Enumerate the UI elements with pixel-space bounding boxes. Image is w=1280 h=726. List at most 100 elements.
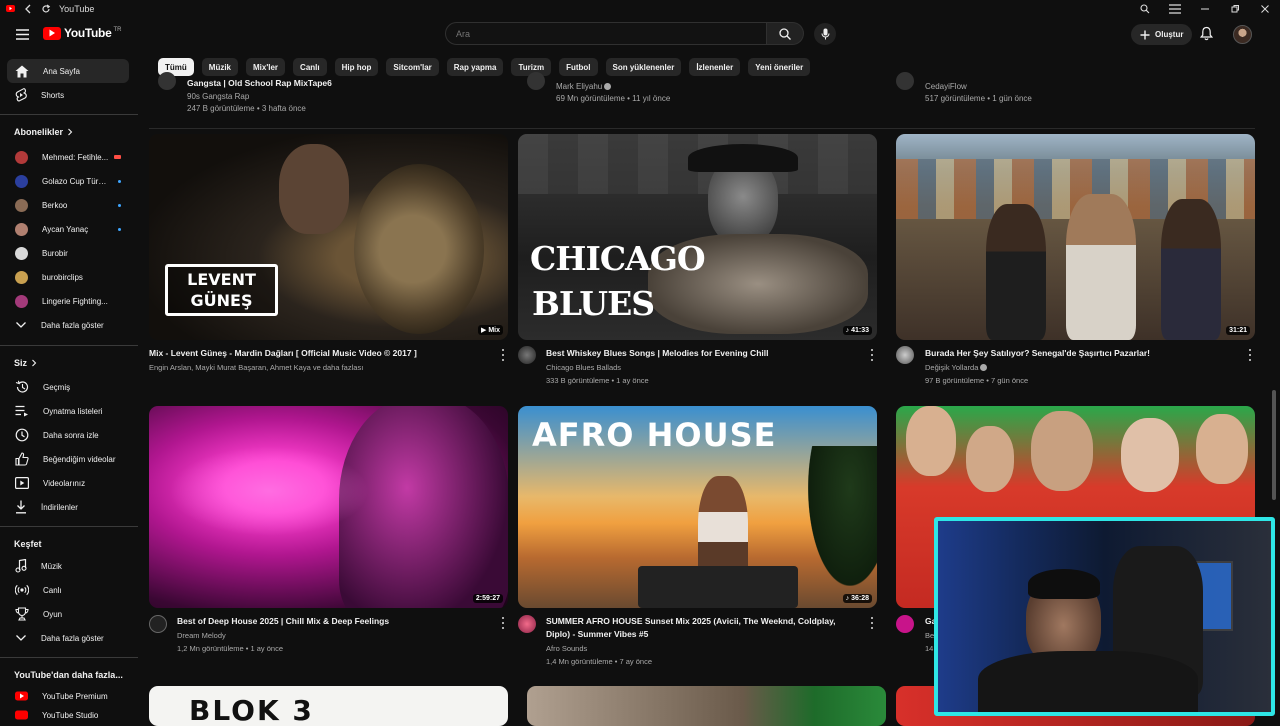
partial-video-card[interactable]: Gangsta | Old School Rap MixTape6 90s Ga… [158, 72, 488, 113]
channel-name[interactable]: Chicago Blues Ballads [546, 361, 621, 374]
subscription-item[interactable]: Berkoo [7, 193, 129, 217]
sidebar-item-music[interactable]: Müzik [7, 554, 129, 578]
channel-name[interactable]: Afro Sounds [546, 642, 587, 655]
channel-avatar[interactable] [158, 72, 176, 90]
reload-icon[interactable] [41, 4, 51, 14]
filter-chip[interactable]: İzlenenler [689, 58, 741, 76]
subscription-label: Mehmed: Fetihle... [42, 152, 109, 162]
zoom-search-icon[interactable] [1130, 0, 1160, 17]
create-button[interactable]: Oluştur [1131, 24, 1193, 45]
channel-name[interactable]: Mark Eliyahu [556, 82, 857, 91]
subscriptions-show-more[interactable]: Daha fazla göster [7, 313, 129, 337]
sidebar-item-history[interactable]: Geçmiş [7, 375, 129, 399]
filter-chip[interactable]: Futbol [559, 58, 598, 76]
partial-video-card[interactable]: CedayiFlow 517 görüntüleme • 1 gün önce [896, 72, 1226, 103]
channel-name[interactable]: 90s Gangsta Rap [187, 92, 488, 101]
sidebar-item-watch-later[interactable]: Daha sonra izle [7, 423, 129, 447]
video-thumbnail[interactable]: AFRO HOUSE ♪ 36:28 [518, 406, 877, 608]
subscription-label: Burobir [42, 248, 68, 258]
minimize-icon[interactable] [1190, 0, 1220, 17]
subscription-item[interactable]: Lingerie Fighting... [7, 289, 129, 313]
notifications-bell-icon[interactable] [1199, 26, 1214, 46]
page-scrollbar[interactable] [1272, 390, 1276, 500]
partial-video-card[interactable]: Mark Eliyahu 69 Mn görüntüleme • 11 yıl … [527, 72, 857, 103]
filter-chip[interactable]: Sitcom'lar [386, 58, 439, 76]
video-thumbnail[interactable]: 2:59:27 [149, 406, 508, 608]
guide-menu-icon[interactable] [12, 25, 32, 43]
channel-name[interactable]: Değişik Yollarda [925, 361, 988, 374]
subscription-item[interactable]: burobirclips [7, 265, 129, 289]
filter-chip[interactable]: Hip hop [334, 58, 379, 76]
video-thumbnail[interactable]: LEVENT GÜNEŞ ▶ Mix [149, 134, 508, 340]
channel-avatar[interactable] [896, 72, 914, 90]
thumbnail-text: AFRO HOUSE [532, 416, 777, 454]
sidebar-item-youtube-premium[interactable]: YouTube Premium [7, 684, 129, 708]
close-window-icon[interactable] [1250, 0, 1280, 17]
channel-avatar[interactable] [518, 615, 536, 633]
channel-avatar [15, 174, 28, 188]
filter-chip[interactable]: Rap yapma [446, 58, 504, 76]
you-heading-label: Siz [14, 358, 28, 368]
channel-name[interactable]: Dream Melody [177, 629, 226, 642]
back-arrow-icon[interactable] [23, 4, 33, 14]
video-title[interactable]: Best Whiskey Blues Songs | Melodies for … [546, 347, 861, 360]
video-thumbnail[interactable]: 31:21 [896, 134, 1255, 340]
channel-avatar[interactable] [896, 346, 914, 364]
sidebar-item-your-videos[interactable]: Videolarınız [7, 471, 129, 495]
more-actions-icon[interactable] [870, 617, 874, 629]
more-actions-icon[interactable] [1248, 349, 1252, 361]
restore-icon[interactable] [1220, 0, 1250, 17]
sidebar-item-gaming[interactable]: Oyun [7, 602, 129, 626]
sidebar-item-home[interactable]: Ana Sayfa [7, 59, 129, 83]
app-menu-icon[interactable] [1160, 0, 1190, 17]
video-thumbnail[interactable] [527, 686, 886, 726]
subscription-item[interactable]: Aycan Yanaç [7, 217, 129, 241]
sidebar-item-label: İndirilenler [41, 502, 78, 512]
video-title[interactable]: Burada Her Şey Satılıyor? Senegal'de Şaş… [925, 347, 1240, 360]
channel-avatar[interactable] [527, 72, 545, 90]
chevron-right-icon [67, 128, 73, 136]
subscription-item[interactable]: Burobir [7, 241, 129, 265]
video-title[interactable]: SUMMER AFRO HOUSE Sunset Mix 2025 (Avici… [546, 615, 861, 640]
section-divider [149, 128, 1255, 129]
channel-avatar[interactable] [896, 615, 914, 633]
download-icon [15, 500, 27, 514]
subscription-item[interactable]: Mehmed: Fetihle... [7, 145, 129, 169]
search-input[interactable] [445, 22, 767, 45]
sidebar-item-downloads[interactable]: İndirilenler [7, 495, 129, 519]
explore-show-more[interactable]: Daha fazla göster [7, 626, 129, 650]
more-heading-label: YouTube'dan daha fazla... [14, 670, 123, 680]
sidebar-item-shorts[interactable]: Shorts [7, 83, 129, 107]
thumbnail-person-shape [1161, 199, 1221, 340]
subscriptions-heading[interactable]: Abonelikler [14, 127, 73, 137]
video-meta: 517 görüntüleme • 1 gün önce [925, 94, 1032, 103]
youtube-logo[interactable]: YouTube TR [43, 26, 121, 40]
channel-avatar[interactable] [149, 615, 167, 633]
search-button[interactable] [767, 22, 804, 45]
subscription-item[interactable]: Golazo Cup Türki... [7, 169, 129, 193]
more-actions-icon[interactable] [501, 617, 505, 629]
filter-chip[interactable]: Canlı [293, 58, 327, 76]
sidebar-item-live[interactable]: Canlı [7, 578, 129, 602]
more-actions-icon[interactable] [870, 349, 874, 361]
more-actions-icon[interactable] [501, 349, 505, 361]
filter-chip[interactable]: Son yüklenenler [605, 58, 682, 76]
channel-avatar[interactable] [518, 346, 536, 364]
channel-name[interactable]: CedayiFlow [925, 82, 1226, 91]
filter-chip[interactable]: Müzik [201, 58, 239, 76]
filter-chip[interactable]: Yeni öneriler [748, 58, 811, 76]
filter-chip[interactable]: Mix'ler [246, 58, 286, 76]
video-title[interactable]: Gangsta | Old School Rap MixTape6 [187, 78, 488, 88]
sidebar-item-liked-videos[interactable]: Beğendiğim videolar [7, 447, 129, 471]
window-title: YouTube [59, 3, 95, 14]
subscription-label: Golazo Cup Türki... [42, 176, 110, 186]
more-from-youtube-heading: YouTube'dan daha fazla... [14, 670, 123, 680]
video-title[interactable]: Best of Deep House 2025 | Chill Mix & De… [177, 615, 492, 628]
sidebar-item-playlists[interactable]: Oynatma listeleri [7, 399, 129, 423]
account-avatar[interactable] [1233, 25, 1252, 44]
voice-search-button[interactable] [814, 23, 836, 45]
video-thumbnail[interactable]: BLOK 3 [149, 686, 508, 726]
video-title[interactable]: Mix - Levent Güneş - Mardin Dağları [ Of… [149, 347, 489, 360]
video-thumbnail[interactable]: CHICAGO BLUES ♪ 41:33 [518, 134, 877, 340]
you-heading[interactable]: Siz [14, 358, 37, 368]
